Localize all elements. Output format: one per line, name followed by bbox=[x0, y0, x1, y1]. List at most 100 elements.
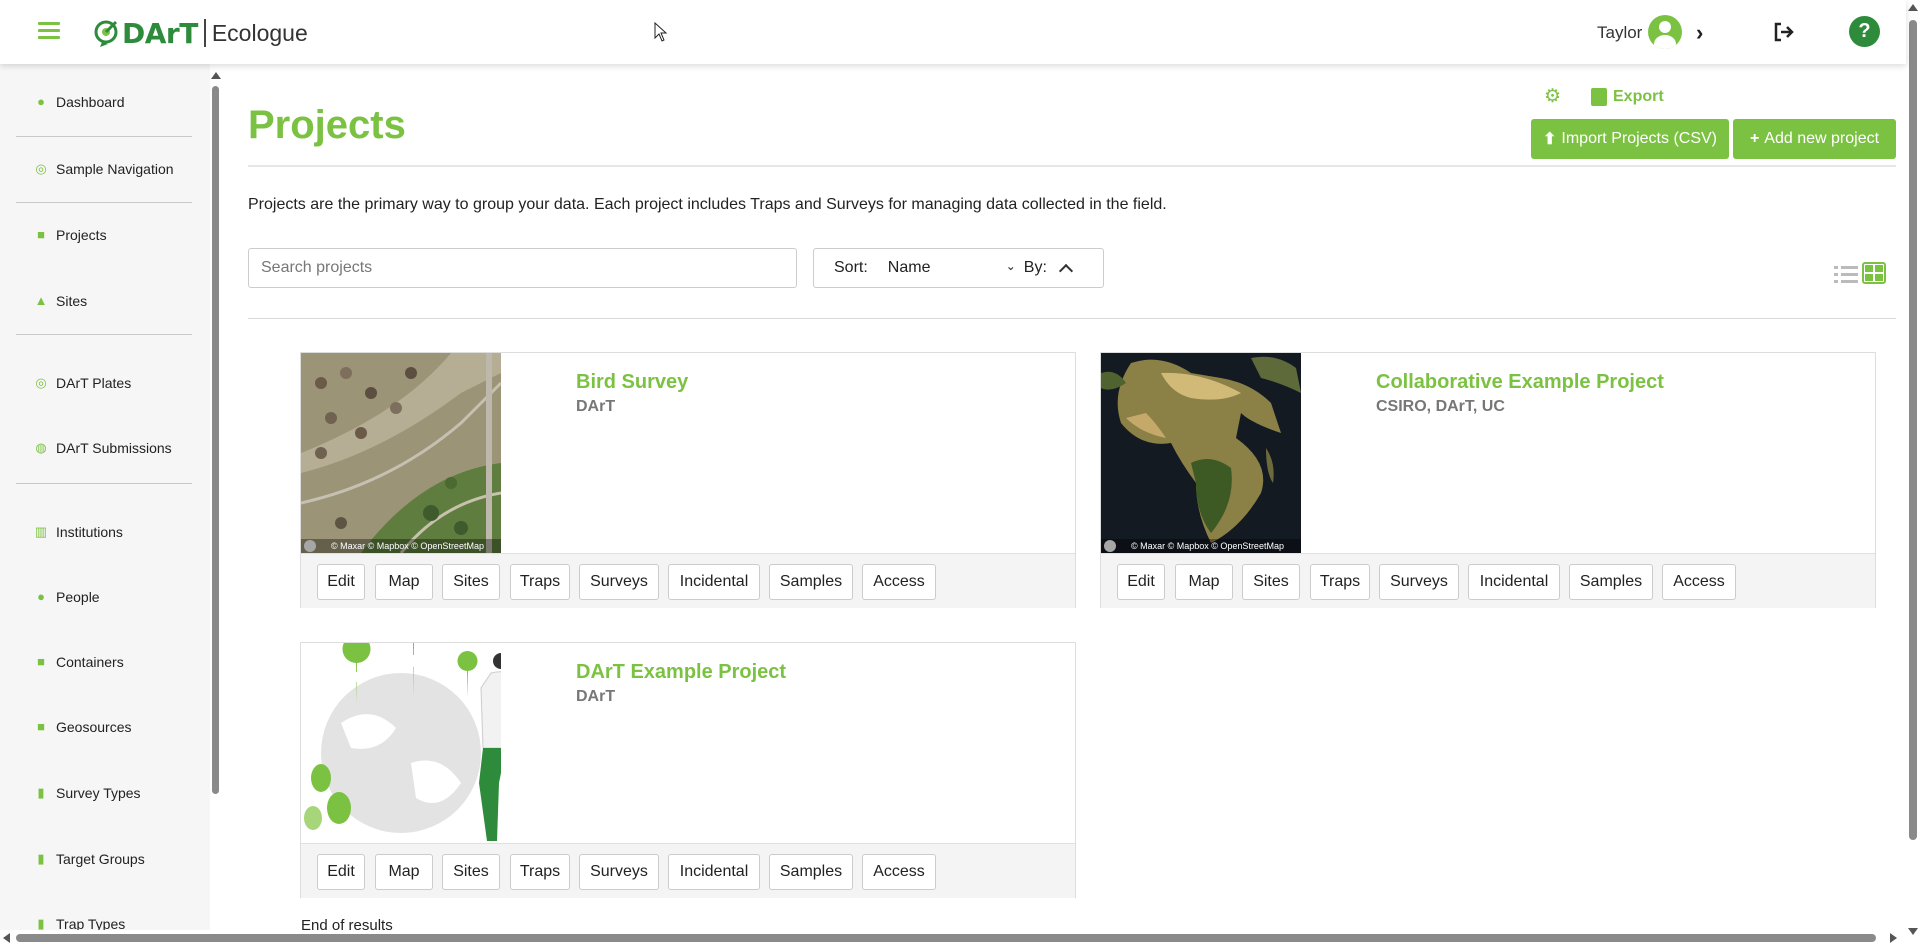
chevron-right-icon[interactable]: › bbox=[1696, 20, 1703, 46]
sites-button[interactable]: Sites bbox=[442, 564, 500, 600]
top-bar: DArT Ecologue Taylor › ? bbox=[0, 0, 1906, 64]
surveys-button[interactable]: Surveys bbox=[1379, 564, 1459, 600]
surveys-button[interactable]: Surveys bbox=[579, 564, 659, 600]
sidebar-item-institutions[interactable]: ▥ Institutions bbox=[34, 521, 123, 543]
project-title[interactable]: Collaborative Example Project bbox=[1376, 371, 1664, 394]
plus-icon: + bbox=[1749, 130, 1760, 147]
sidebar-item-label: Projects bbox=[56, 227, 107, 243]
sidebar-item-dart-plates[interactable]: ◎ DArT Plates bbox=[34, 372, 131, 394]
samples-button[interactable]: Samples bbox=[769, 564, 853, 600]
sidebar-item-sites[interactable]: ▲ Sites bbox=[34, 290, 88, 312]
edit-button[interactable]: Edit bbox=[317, 564, 365, 600]
sidebar-item-target-groups[interactable]: ▮ Target Groups bbox=[34, 848, 145, 870]
project-card: DArT Example Project DArT Edit Map Sites… bbox=[300, 642, 1076, 898]
traps-button[interactable]: Traps bbox=[1310, 564, 1370, 600]
project-title[interactable]: DArT Example Project bbox=[576, 661, 786, 684]
scroll-down-icon[interactable] bbox=[1908, 928, 1918, 935]
box-icon: ■ bbox=[37, 719, 45, 734]
sidebar-scrollbar[interactable] bbox=[211, 72, 221, 794]
logo-mark-icon bbox=[94, 20, 118, 47]
map-button[interactable]: Map bbox=[1175, 564, 1233, 600]
sidebar-divider bbox=[16, 202, 192, 203]
scroll-up-icon[interactable] bbox=[1908, 4, 1918, 11]
sidebar-item-projects[interactable]: ■ Projects bbox=[34, 224, 107, 246]
intro-text: Projects are the primary way to group yo… bbox=[248, 196, 1167, 213]
samples-button[interactable]: Samples bbox=[1569, 564, 1653, 600]
sidebar-item-geosources[interactable]: ■ Geosources bbox=[34, 716, 131, 738]
grid-view-icon[interactable] bbox=[1862, 262, 1886, 284]
horizontal-scroll-thumb[interactable] bbox=[16, 934, 1876, 942]
access-button[interactable]: Access bbox=[862, 854, 936, 890]
map-attribution[interactable]: © Maxar © Mapbox © OpenStreetMap bbox=[301, 539, 501, 553]
menu-icon[interactable] bbox=[38, 22, 60, 40]
project-illustration-thumbnail[interactable] bbox=[301, 643, 501, 843]
export-label: Export bbox=[1613, 88, 1664, 105]
project-organisation: DArT bbox=[576, 398, 616, 415]
sidebar-item-label: Target Groups bbox=[56, 851, 145, 867]
app-logo[interactable]: DArT Ecologue bbox=[94, 16, 308, 50]
samples-button[interactable]: Samples bbox=[769, 854, 853, 890]
box-icon: ■ bbox=[37, 654, 45, 669]
sidebar-item-survey-types[interactable]: ▮ Survey Types bbox=[34, 782, 140, 804]
folder-icon: ■ bbox=[37, 227, 45, 242]
traps-button[interactable]: Traps bbox=[510, 854, 570, 890]
export-button[interactable]: Export bbox=[1591, 88, 1664, 106]
page-vertical-scrollbar[interactable] bbox=[1906, 0, 1920, 945]
edit-button[interactable]: Edit bbox=[1117, 564, 1165, 600]
import-projects-button[interactable]: ⬆ Import Projects (CSV) bbox=[1531, 119, 1729, 159]
project-map-thumbnail[interactable]: © Maxar © Mapbox © OpenStreetMap bbox=[301, 353, 501, 553]
sidebar-item-dart-submissions[interactable]: ◍ DArT Submissions bbox=[34, 437, 172, 459]
logout-icon[interactable] bbox=[1772, 20, 1796, 44]
project-map-thumbnail[interactable]: © Maxar © Mapbox © OpenStreetMap bbox=[1101, 353, 1301, 553]
project-title[interactable]: Bird Survey bbox=[576, 371, 688, 394]
submission-icon: ◍ bbox=[35, 440, 47, 455]
edit-button[interactable]: Edit bbox=[317, 854, 365, 890]
incidental-button[interactable]: Incidental bbox=[1468, 564, 1560, 600]
map-button[interactable]: Map bbox=[375, 564, 433, 600]
sidebar-item-label: Containers bbox=[56, 654, 124, 670]
user-name[interactable]: Taylor bbox=[1597, 23, 1642, 43]
sidebar-item-label: DArT Submissions bbox=[56, 440, 172, 456]
surveys-button[interactable]: Surveys bbox=[579, 854, 659, 890]
list-view-icon[interactable] bbox=[1834, 264, 1858, 284]
access-button[interactable]: Access bbox=[1662, 564, 1736, 600]
gear-icon[interactable]: ⚙ bbox=[1544, 87, 1562, 106]
map-attribution[interactable]: © Maxar © Mapbox © OpenStreetMap bbox=[1101, 539, 1301, 553]
people-icon: ● bbox=[37, 589, 45, 604]
sort-select[interactable]: Name ⌄ bbox=[888, 259, 1016, 277]
sidebar-item-label: Dashboard bbox=[56, 94, 125, 110]
add-label: Add new project bbox=[1764, 130, 1880, 147]
scroll-up-icon[interactable] bbox=[211, 72, 221, 79]
sidebar-divider bbox=[16, 136, 192, 137]
incidental-button[interactable]: Incidental bbox=[668, 564, 760, 600]
page-horizontal-scrollbar[interactable] bbox=[0, 930, 1906, 945]
sidebar: ● Dashboard ◎ Sample Navigation ■ Projec… bbox=[0, 64, 210, 930]
sites-button[interactable]: Sites bbox=[442, 854, 500, 890]
sidebar-item-label: Sample Navigation bbox=[56, 161, 174, 177]
add-project-button[interactable]: + Add new project bbox=[1733, 119, 1896, 159]
search-input[interactable] bbox=[248, 248, 797, 288]
vertical-scroll-thumb[interactable] bbox=[1909, 20, 1917, 840]
dart-icon: ◎ bbox=[35, 161, 47, 176]
sidebar-item-trap-types[interactable]: ▮ Trap Types bbox=[34, 913, 125, 930]
sort-direction-icon[interactable] bbox=[1058, 263, 1073, 279]
sidebar-item-people[interactable]: ● People bbox=[34, 586, 100, 608]
help-icon[interactable]: ? bbox=[1849, 16, 1880, 47]
sidebar-scroll-thumb[interactable] bbox=[212, 86, 219, 794]
map-button[interactable]: Map bbox=[375, 854, 433, 890]
scroll-left-icon[interactable] bbox=[3, 933, 10, 943]
sidebar-item-dashboard[interactable]: ● Dashboard bbox=[34, 91, 125, 113]
sidebar-item-containers[interactable]: ■ Containers bbox=[34, 651, 124, 673]
scroll-right-icon[interactable] bbox=[1890, 933, 1897, 943]
incidental-button[interactable]: Incidental bbox=[668, 854, 760, 890]
project-organisation: CSIRO, DArT, UC bbox=[1376, 398, 1505, 415]
sidebar-item-sample-navigation[interactable]: ◎ Sample Navigation bbox=[34, 158, 174, 180]
info-icon: ● bbox=[37, 94, 45, 109]
sites-button[interactable]: Sites bbox=[1242, 564, 1300, 600]
sidebar-item-label: Institutions bbox=[56, 524, 123, 540]
title-divider bbox=[248, 165, 1896, 167]
access-button[interactable]: Access bbox=[862, 564, 936, 600]
traps-button[interactable]: Traps bbox=[510, 564, 570, 600]
user-avatar-icon[interactable] bbox=[1648, 15, 1682, 49]
project-actions: Edit Map Sites Traps Surveys Incidental … bbox=[301, 843, 1075, 898]
